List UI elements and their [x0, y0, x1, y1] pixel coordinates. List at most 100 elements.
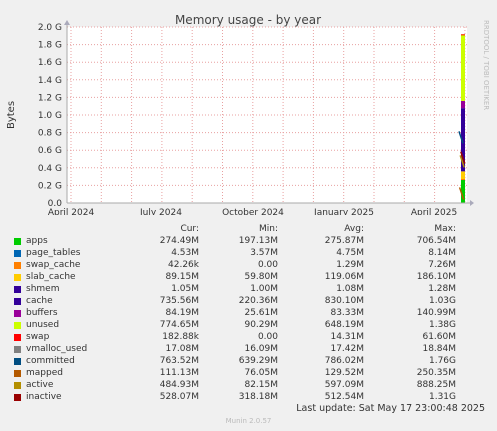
legend-avg-value: 1.08M	[336, 284, 364, 294]
legend-label: swap	[26, 332, 50, 342]
legend-swatch	[14, 322, 21, 329]
legend-row: vmalloc_used 17.08M 16.09M 17.42M 18.84M	[0, 344, 497, 356]
legend-label: inactive	[26, 392, 62, 402]
x-axis: April 2024 July 2024 October 2024 January 2…	[48, 208, 457, 215]
legend-label: cache	[26, 296, 53, 306]
y-tick-label: 2.0 G	[38, 23, 62, 33]
y-tick-label: 0.6 G	[38, 146, 62, 156]
legend-max-value: 1.38G	[428, 320, 456, 330]
legend-avg-value: 1.29M	[336, 260, 364, 270]
legend-swatch	[14, 346, 21, 353]
legend-max-value: 1.03G	[428, 296, 456, 306]
legend-row: slab_cache 89.15M 59.80M 119.06M 186.10M	[0, 272, 497, 284]
legend-swatch	[14, 286, 21, 293]
legend-label: buffers	[26, 308, 58, 318]
legend-swatch	[14, 238, 21, 245]
legend-cur-value: 17.08M	[165, 344, 199, 354]
legend-cur-value: 84.19M	[165, 308, 199, 318]
legend-cur-value: 763.52M	[159, 356, 199, 366]
y-axis-label: Bytes	[6, 101, 17, 129]
legend-label: active	[26, 380, 54, 390]
legend-min-value: 220.36M	[238, 296, 278, 306]
legend-max-value: 1.28M	[428, 284, 456, 294]
legend-cur-value: 182.88k	[162, 332, 199, 342]
y-tick-label: 1.4 G	[38, 76, 62, 86]
legend-row: apps 274.49M 197.13M 275.87M 706.54M	[0, 236, 497, 248]
area-slab_cache	[461, 171, 465, 180]
legend-swatch	[14, 382, 21, 389]
legend-label: unused	[26, 320, 60, 330]
legend-row: buffers 84.19M 25.61M 83.33M 140.99M	[0, 308, 497, 320]
col-max: Max:	[434, 224, 456, 234]
legend-avg-value: 14.31M	[330, 332, 364, 342]
legend-max-value: 250.35M	[416, 368, 456, 378]
legend-cur-value: 89.15M	[165, 272, 199, 282]
legend-max-value: 61.60M	[422, 332, 456, 342]
legend-avg-value: 119.06M	[324, 272, 364, 282]
legend-cur-value: 42.26k	[168, 260, 199, 270]
legend-avg-value: 786.02M	[324, 356, 364, 366]
legend-min-value: 0.00	[257, 332, 278, 342]
legend-max-value: 18.84M	[422, 344, 456, 354]
legend-avg-value: 129.52M	[324, 368, 364, 378]
legend-label: apps	[26, 236, 48, 246]
legend-min-value: 0.00	[257, 260, 278, 270]
y-axis: 0.00.2 G0.4 G0.6 G0.8 G1.0 G1.2 G1.4 G1.…	[38, 23, 62, 209]
y-tick-label: 1.2 G	[38, 93, 62, 103]
x-tick-label: April 2024	[48, 208, 95, 215]
legend-min-value: 639.29M	[238, 356, 278, 366]
legend-avg-value: 17.42M	[330, 344, 364, 354]
legend-min-value: 90.29M	[244, 320, 278, 330]
legend-swatch	[14, 310, 21, 317]
footer: Munin 2.0.57	[225, 417, 272, 425]
legend-row: swap_cache 42.26k 0.00 1.29M 7.26M	[0, 260, 497, 272]
legend-row: unused 774.65M 90.29M 648.19M 1.38G	[0, 320, 497, 332]
legend-cur-value: 774.65M	[159, 320, 199, 330]
legend-cur-value: 274.49M	[159, 236, 199, 246]
legend-label: committed	[26, 356, 75, 366]
legend-avg-value: 597.09M	[324, 380, 364, 390]
col-min: Min:	[258, 224, 278, 234]
legend-avg-value: 83.33M	[330, 308, 364, 318]
legend-min-value: 82.15M	[244, 380, 278, 390]
legend-cur-value: 4.53M	[171, 248, 199, 258]
legend-swatch	[14, 358, 21, 365]
legend-label: swap_cache	[26, 260, 81, 270]
legend-avg-value: 512.54M	[324, 392, 364, 402]
last-update: Last update: Sat May 17 23:00:48 2025	[296, 403, 485, 414]
legend-swatch	[14, 370, 21, 377]
legend-swatch	[14, 334, 21, 341]
legend-row: active 484.93M 82.15M 597.09M 888.25M	[0, 380, 497, 392]
legend-swatch	[14, 274, 21, 281]
area-swap	[461, 34, 465, 36]
legend-max-value: 888.25M	[416, 380, 456, 390]
legend-min-value: 76.05M	[244, 368, 278, 378]
legend-min-value: 59.80M	[244, 272, 278, 282]
chart: 0.00.2 G0.4 G0.6 G0.8 G1.0 G1.2 G1.4 G1.…	[6, 13, 490, 215]
legend-max-value: 7.26M	[428, 260, 456, 270]
col-cur: Cur:	[180, 224, 199, 234]
x-tick-label: July 2024	[139, 208, 182, 215]
legend-swatch	[14, 250, 21, 257]
legend-row: swap 182.88k 0.00 14.31M 61.60M	[0, 332, 497, 344]
legend-avg-value: 4.75M	[336, 248, 364, 258]
legend-label: mapped	[26, 368, 63, 378]
legend-cur-value: 1.05M	[171, 284, 199, 294]
legend-min-value: 197.13M	[238, 236, 278, 246]
x-tick-label: January 2025	[313, 208, 374, 215]
legend-row: page_tables 4.53M 3.57M 4.75M 8.14M	[0, 248, 497, 260]
legend-cur-value: 484.93M	[159, 380, 199, 390]
legend-max-value: 186.10M	[416, 272, 456, 282]
legend-min-value: 1.00M	[250, 284, 278, 294]
x-axis-arrow	[470, 200, 474, 206]
legend-avg-value: 275.87M	[324, 236, 364, 246]
legend-max-value: 140.99M	[416, 308, 456, 318]
legend-row: committed 763.52M 639.29M 786.02M 1.76G	[0, 356, 497, 368]
y-axis-arrow	[64, 20, 70, 25]
col-avg: Avg:	[344, 224, 364, 234]
legend-max-value: 8.14M	[428, 248, 456, 258]
legend-max-value: 1.76G	[428, 356, 456, 366]
legend-min-value: 3.57M	[250, 248, 278, 258]
legend-cur-value: 528.07M	[159, 392, 199, 402]
legend-label: page_tables	[26, 248, 81, 258]
